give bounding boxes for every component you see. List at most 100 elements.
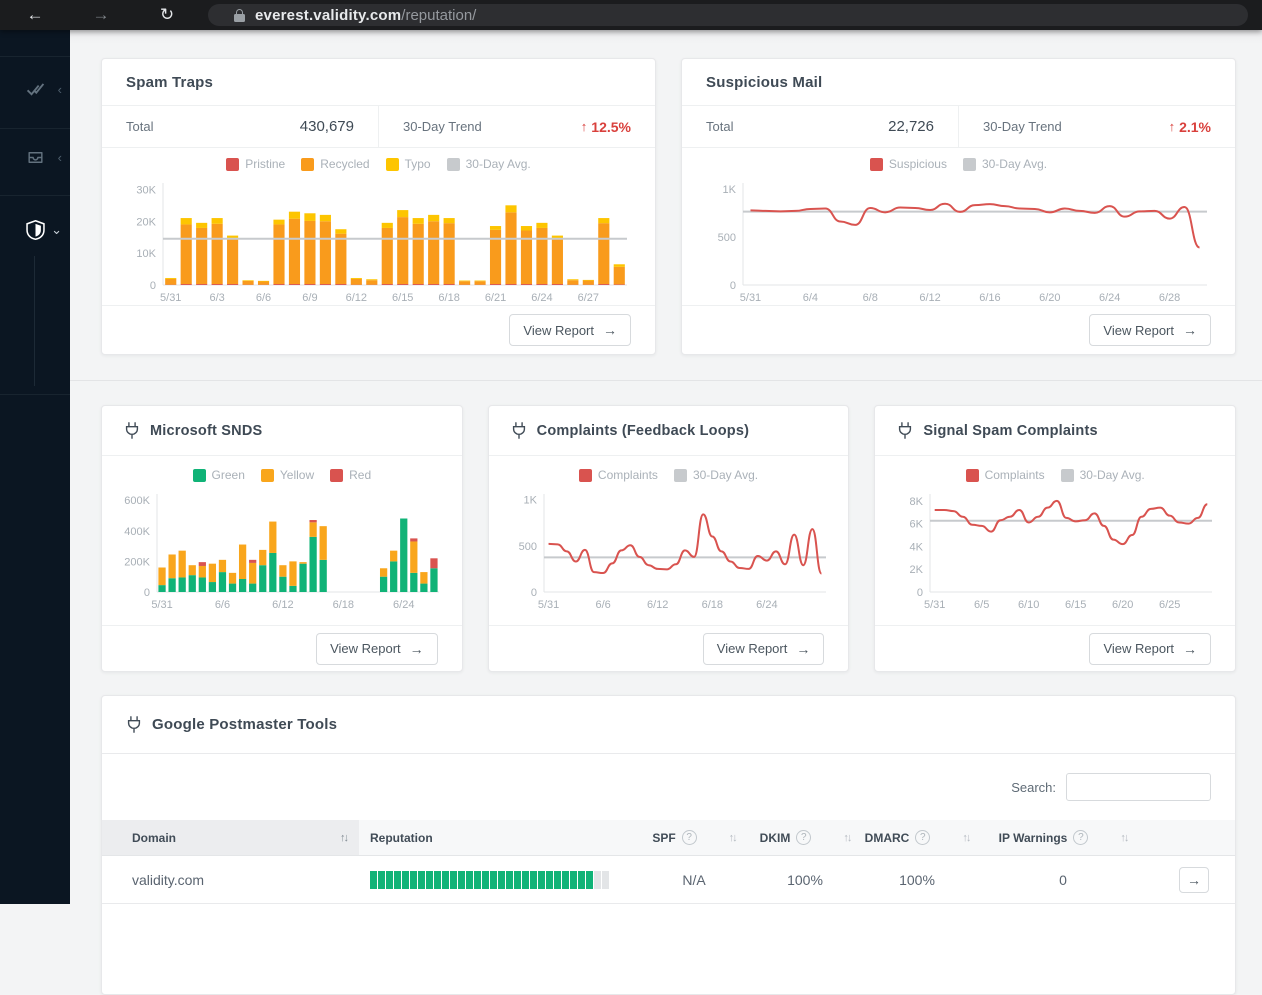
svg-text:0: 0 — [149, 280, 155, 292]
chart-legend: PristineRecycledTypo30-Day Avg. — [226, 155, 531, 173]
svg-text:6/20: 6/20 — [1039, 292, 1060, 304]
lock-icon — [234, 9, 245, 22]
sort-icon[interactable]: ↑↓ — [729, 832, 736, 844]
view-report-button[interactable]: View Report→ — [1089, 314, 1211, 346]
svg-text:5/31: 5/31 — [160, 292, 181, 304]
forward-icon[interactable]: → — [84, 0, 118, 30]
svg-text:5/31: 5/31 — [537, 599, 558, 611]
svg-text:6/12: 6/12 — [919, 292, 940, 304]
svg-text:20K: 20K — [136, 216, 156, 228]
svg-text:6/15: 6/15 — [1065, 599, 1086, 611]
svg-text:6/6: 6/6 — [255, 292, 270, 304]
plug-icon — [897, 422, 913, 439]
chart-legend: GreenYellowRed — [193, 466, 372, 484]
help-icon[interactable]: ? — [1073, 830, 1088, 845]
column-header-dkim[interactable]: DKIM ? ↑↓ — [749, 820, 861, 855]
legend-item: 30-Day Avg. — [447, 157, 531, 171]
spam-traps-chart: 010K20K30K5/316/36/66/96/126/156/186/216… — [121, 175, 637, 305]
svg-text:6/3: 6/3 — [209, 292, 224, 304]
column-header-spf[interactable]: SPF ? ↑↓ — [639, 820, 749, 855]
legend-item: 30-Day Avg. — [1061, 468, 1145, 482]
sort-icon[interactable]: ↑↓ — [340, 832, 347, 844]
svg-text:200K: 200K — [124, 556, 150, 568]
search-label: Search: — [1011, 780, 1056, 795]
legend-item: 30-Day Avg. — [963, 157, 1047, 171]
sort-icon[interactable]: ↑↓ — [962, 832, 969, 844]
svg-text:6/18: 6/18 — [332, 599, 353, 611]
svg-text:8K: 8K — [910, 496, 924, 508]
svg-text:6/6: 6/6 — [595, 599, 610, 611]
stat-total: Total 22,726 — [682, 106, 959, 147]
shield-icon — [26, 220, 45, 240]
chart-legend: Complaints 30-Day Avg. — [966, 466, 1145, 484]
card-title: Spam Traps — [126, 74, 213, 91]
svg-text:6/8: 6/8 — [862, 292, 877, 304]
section-divider — [70, 380, 1262, 381]
sort-icon[interactable]: ↑↓ — [1120, 832, 1127, 844]
search-input[interactable] — [1066, 773, 1211, 801]
suspicious-mail-chart: 05001K5/316/46/86/126/166/206/246/28 — [701, 175, 1217, 305]
svg-text:5/31: 5/31 — [151, 599, 172, 611]
legend-item: Complaints — [966, 468, 1045, 482]
reputation-cell — [359, 871, 639, 889]
card-title: Microsoft SNDS — [150, 423, 262, 439]
stat-trend: 30-Day Trend ↑12.5% — [379, 106, 655, 147]
sidebar-item-reputation[interactable]: ⌄ — [0, 210, 70, 250]
chevron-down-icon: ⌄ — [51, 222, 62, 238]
chevron-left-icon: ‹ — [58, 150, 62, 166]
table-header: Domain ↑↓ Reputation SPF ? ↑↓ DKIM ? ↑↓ … — [102, 820, 1235, 856]
column-header-domain[interactable]: Domain ↑↓ — [102, 820, 359, 855]
card-title: Signal Spam Complaints — [923, 423, 1097, 439]
plug-icon — [511, 422, 527, 439]
svg-text:6/5: 6/5 — [974, 599, 989, 611]
sort-icon[interactable]: ↑↓ — [843, 832, 850, 844]
ip-warnings-cell: 0 — [973, 872, 1153, 888]
signal-spam-chart: 02K4K6K8K5/316/56/106/156/206/25 — [888, 486, 1222, 612]
svg-text:6/15: 6/15 — [392, 292, 413, 304]
svg-text:6/24: 6/24 — [531, 292, 552, 304]
view-report-button[interactable]: View Report→ — [316, 633, 438, 665]
sidebar-item-verification[interactable]: ‹ — [0, 70, 70, 110]
svg-text:600K: 600K — [124, 495, 150, 507]
back-icon[interactable]: ← — [18, 0, 52, 30]
view-report-button[interactable]: View Report→ — [509, 314, 631, 346]
url-host: everest.validity.com — [255, 7, 401, 24]
svg-text:6/12: 6/12 — [272, 599, 293, 611]
svg-text:0: 0 — [144, 587, 150, 599]
view-report-button[interactable]: View Report→ — [703, 633, 825, 665]
svg-text:30K: 30K — [136, 184, 156, 196]
complaints-fbl-chart: 05001K5/316/66/126/186/24 — [502, 486, 836, 612]
double-check-icon — [26, 80, 45, 99]
help-icon[interactable]: ? — [682, 830, 697, 845]
svg-text:0: 0 — [729, 280, 735, 292]
dkim-cell: 100% — [749, 872, 861, 888]
svg-text:400K: 400K — [124, 526, 150, 538]
trend-value: ↑2.1% — [1169, 119, 1211, 135]
column-header-ip-warnings[interactable]: IP Warnings ? ↑↓ — [973, 820, 1153, 855]
column-header-dmarc[interactable]: DMARC ? ↑↓ — [861, 820, 973, 855]
sidebar-item-inbox[interactable]: ‹ — [0, 138, 70, 178]
card-complaints-fbl: Complaints (Feedback Loops) Complaints30… — [488, 405, 850, 672]
trend-value: ↑12.5% — [581, 119, 631, 135]
total-value: 430,679 — [300, 118, 354, 135]
url-bar[interactable]: everest.validity.com/reputation/ — [208, 4, 1248, 26]
svg-text:6/25: 6/25 — [1159, 599, 1180, 611]
url-path: /reputation/ — [401, 7, 476, 24]
svg-text:6/9: 6/9 — [302, 292, 317, 304]
reputation-bar — [370, 871, 609, 889]
legend-item: Typo — [386, 157, 431, 171]
table-row[interactable]: validity.com N/A 100% 100% 0 → — [102, 856, 1235, 904]
help-icon[interactable]: ? — [915, 830, 930, 845]
svg-text:2K: 2K — [910, 564, 924, 576]
svg-text:6/12: 6/12 — [345, 292, 366, 304]
trend-up-icon: ↑ — [581, 119, 588, 134]
refresh-icon[interactable]: ↻ — [150, 0, 184, 30]
view-report-button[interactable]: View Report→ — [1089, 633, 1211, 665]
arrow-right-icon: → — [603, 322, 617, 338]
help-icon[interactable]: ? — [796, 830, 811, 845]
row-detail-button[interactable]: → — [1179, 867, 1209, 893]
svg-text:6K: 6K — [910, 519, 924, 531]
card-signal-spam: Signal Spam Complaints Complaints 30-Day … — [874, 405, 1236, 672]
legend-item: Recycled — [301, 157, 369, 171]
svg-text:6/21: 6/21 — [484, 292, 505, 304]
